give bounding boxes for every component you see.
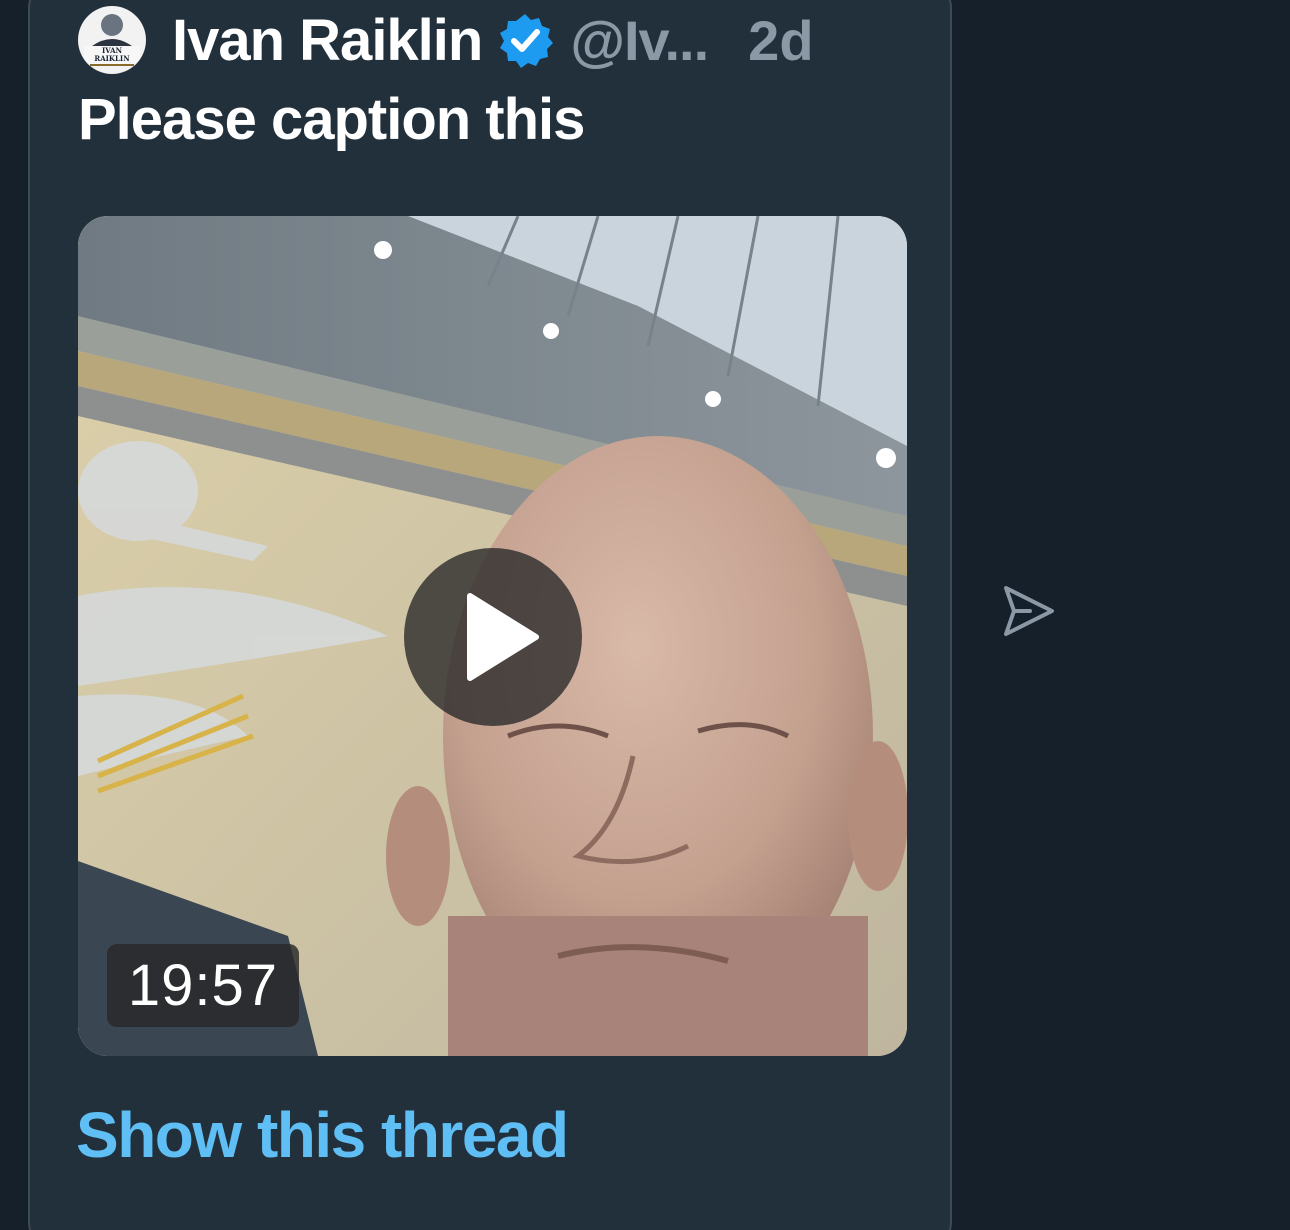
timeline: IVAN RAIKLIN Ivan Raiklin @Iv... 2d Plea… [0,0,1290,1230]
tweet-text: Please caption this [78,87,585,152]
video-thumbnail[interactable]: 19:57 [78,216,907,1056]
author-handle[interactable]: @Iv... [570,8,709,73]
tweet-header: IVAN RAIKLIN Ivan Raiklin @Iv... 2d [78,6,814,74]
tweet-timestamp[interactable]: 2d [748,8,813,73]
tweet-card[interactable]: IVAN RAIKLIN Ivan Raiklin @Iv... 2d Plea… [28,0,952,1230]
show-thread-link[interactable]: Show this thread [76,1098,569,1172]
avatar[interactable]: IVAN RAIKLIN [78,6,146,74]
author-name[interactable]: Ivan Raiklin [172,7,483,74]
send-icon[interactable] [1000,584,1058,638]
play-button[interactable] [404,548,582,726]
video-duration-badge: 19:57 [107,944,299,1027]
play-icon [467,593,539,681]
avatar-line-2: RAIKLIN [94,54,130,63]
verified-badge-icon [500,14,554,68]
